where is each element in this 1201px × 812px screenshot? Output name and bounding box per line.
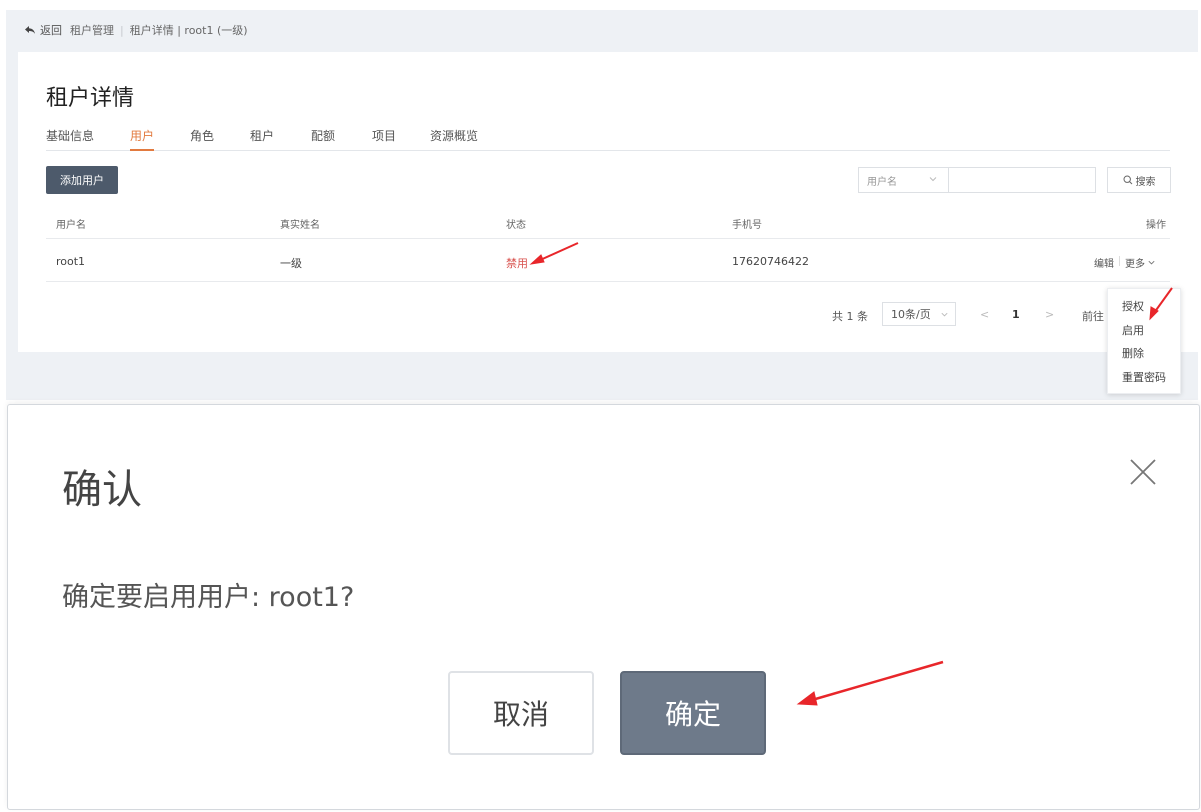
tab-quota[interactable]: 配额 — [311, 127, 335, 151]
chevron-down-icon — [941, 312, 948, 317]
tenant-detail-page: 返回 租户管理 | 租户详情 | root1 (一级) 租户详情 基础信息 用户… — [6, 10, 1200, 400]
column-header-phone: 手机号 — [732, 220, 762, 231]
tab-resource-overview[interactable]: 资源概览 — [430, 127, 478, 151]
more-actions-button[interactable]: 更多 — [1125, 255, 1156, 270]
filter-field-value: 用户名 — [867, 176, 897, 188]
tab-roles[interactable]: 角色 — [190, 127, 214, 151]
column-header-realname: 真实姓名 — [280, 220, 320, 231]
more-actions-menu: 授权 启用 删除 重置密码 — [1107, 288, 1181, 394]
tab-bar: 基础信息 用户 角色 租户 配额 项目 资源概览 — [46, 127, 1170, 151]
next-page-button[interactable]: > — [1045, 308, 1054, 321]
breadcrumb-item-current: 租户详情 | root1 (一级) — [129, 24, 248, 37]
confirm-button[interactable]: 确定 — [620, 671, 766, 755]
column-header-status: 状态 — [506, 220, 526, 231]
tab-basic-info[interactable]: 基础信息 — [46, 127, 94, 151]
edit-link[interactable]: 编辑 — [1094, 255, 1114, 270]
pagination-total: 共 1 条 — [832, 310, 868, 323]
cancel-button[interactable]: 取消 — [448, 671, 594, 755]
dialog-message: 确定要启用用户: root1? — [62, 582, 355, 613]
detail-card: 租户详情 基础信息 用户 角色 租户 配额 项目 资源概览 添加用户 用户名 搜… — [18, 52, 1200, 352]
page-size-select[interactable]: 10条/页 — [882, 302, 956, 326]
add-user-button[interactable]: 添加用户 — [46, 166, 118, 194]
search-button-label: 搜索 — [1135, 176, 1156, 188]
dialog-title: 确认 — [62, 467, 142, 513]
more-actions-label: 更多 — [1125, 259, 1145, 270]
page-size-value: 10条/页 — [891, 308, 931, 321]
chevron-down-icon — [929, 177, 937, 182]
prev-page-button[interactable]: < — [980, 308, 989, 321]
goto-page-label: 前往 — [1082, 310, 1104, 323]
search-input[interactable] — [948, 167, 1096, 193]
back-arrow-icon[interactable] — [24, 24, 36, 36]
tab-users[interactable]: 用户 — [130, 127, 155, 151]
search-icon — [1122, 175, 1132, 185]
back-link[interactable]: 返回 — [40, 22, 62, 38]
current-page[interactable]: 1 — [1012, 308, 1020, 321]
breadcrumb-separator: | — [120, 23, 124, 37]
tab-projects[interactable]: 项目 — [372, 127, 396, 151]
cell-phone: 17620746422 — [732, 255, 809, 268]
search-button[interactable]: 搜索 — [1107, 167, 1171, 193]
tab-tenants[interactable]: 租户 — [250, 127, 274, 151]
chevron-down-icon — [1148, 260, 1155, 265]
divider — [46, 281, 1170, 282]
divider — [46, 238, 1170, 239]
breadcrumb: 返回 租户管理 | 租户详情 | root1 (一级) — [24, 22, 248, 38]
menu-item-authorize[interactable]: 授权 — [1122, 298, 1144, 314]
cell-realname: 一级 — [280, 257, 302, 270]
column-header-actions: 操作 — [1146, 220, 1166, 231]
status-badge: 禁用 — [506, 257, 528, 270]
menu-item-delete[interactable]: 删除 — [1122, 345, 1144, 361]
cell-username: root1 — [56, 255, 86, 268]
breadcrumb-item-tenant-management[interactable]: 租户管理 — [70, 22, 114, 38]
menu-item-enable[interactable]: 启用 — [1122, 322, 1144, 338]
menu-item-reset-password[interactable]: 重置密码 — [1122, 369, 1166, 385]
close-icon[interactable] — [1128, 457, 1158, 487]
column-header-username: 用户名 — [56, 220, 86, 231]
filter-field-select[interactable]: 用户名 — [858, 167, 948, 193]
divider — [1119, 256, 1120, 266]
page-title: 租户详情 — [46, 86, 135, 111]
confirm-dialog: 确认 确定要启用用户: root1? 取消 确定 — [7, 404, 1200, 810]
